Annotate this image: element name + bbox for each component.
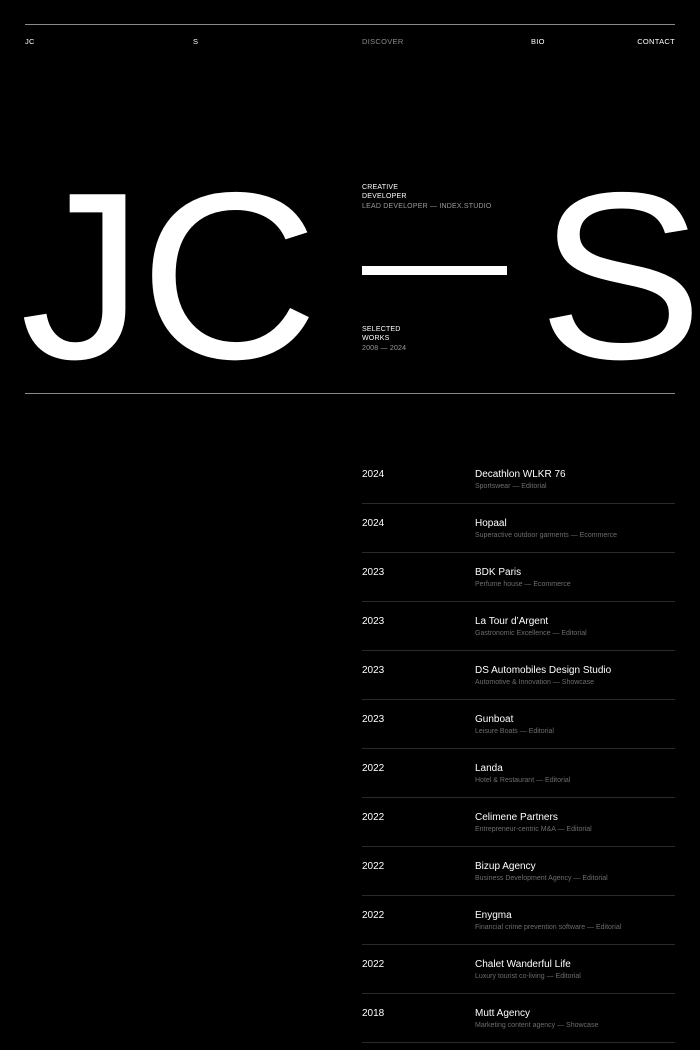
- project-name[interactable]: La Tour d’Argent: [475, 616, 548, 627]
- project-year: 2022: [362, 763, 385, 774]
- project-name[interactable]: Landa: [475, 763, 503, 774]
- hero-initials-jc: JC: [20, 144, 318, 409]
- nav-contact-link[interactable]: CONTACT: [637, 37, 675, 46]
- project-row[interactable]: 2023 DS Automobiles Design Studio Automoti…: [362, 651, 675, 700]
- project-name[interactable]: Chalet Wanderful Life: [475, 959, 571, 970]
- project-row[interactable]: 2024 Decathlon WLKR 76 Sportswear — Editor…: [362, 455, 675, 504]
- project-description: Business Development Agency — Editorial: [475, 875, 608, 882]
- project-row[interactable]: 2018 Mutt Agency Marketing content agency …: [362, 994, 675, 1043]
- project-name[interactable]: Celimene Partners: [475, 812, 558, 823]
- project-year: 2022: [362, 812, 385, 823]
- project-year: 2023: [362, 714, 385, 725]
- project-description: Marketing content agency — Showcase: [475, 1022, 599, 1029]
- works-title: SELECTED: [362, 326, 401, 333]
- role-position: LEAD DEVELOPER — INDEX.STUDIO: [362, 202, 492, 210]
- page: JC S DISCOVER BIO CONTACT JC S CREATIVE …: [0, 0, 700, 1050]
- project-row[interactable]: 2023 Gunboat Leisure Boats — Editorial: [362, 700, 675, 749]
- project-description: Hotel & Restaurant — Editorial: [475, 777, 571, 784]
- project-name[interactable]: Enygma: [475, 910, 512, 921]
- project-name[interactable]: BDK Paris: [475, 567, 521, 578]
- hero-dash: [362, 266, 507, 275]
- project-row[interactable]: 2022 Celimene Partners Entrepreneur-centri…: [362, 798, 675, 847]
- works-range: 2008 — 2024: [362, 344, 407, 352]
- role-subtitle: DEVELOPER: [362, 193, 407, 201]
- project-description: Superactive outdoor garments — Ecommerce: [475, 532, 618, 539]
- project-year: 2022: [362, 910, 385, 921]
- project-row[interactable]: 2023 La Tour d’Argent Gastronomic Excellen…: [362, 602, 675, 651]
- project-year: 2024: [362, 469, 385, 480]
- project-year: 2023: [362, 665, 385, 676]
- role-title: CREATIVE: [362, 184, 399, 191]
- project-name[interactable]: Hopaal: [475, 518, 507, 529]
- nav-bio-link[interactable]: BIO: [531, 37, 545, 46]
- nav-home-initials[interactable]: JC: [25, 37, 35, 46]
- project-name[interactable]: Gunboat: [475, 714, 513, 725]
- project-row[interactable]: 2022 Chalet Wanderful Life Luxury tourist …: [362, 945, 675, 994]
- hero-initial-s: S: [538, 144, 700, 409]
- project-description: Leisure Boats — Editorial: [475, 728, 554, 735]
- project-description: Perfume house — Ecommerce: [475, 581, 571, 588]
- project-year: 2023: [362, 567, 385, 578]
- project-year: 2022: [362, 959, 385, 970]
- project-description: Entrepreneur-centric M&A — Editorial: [475, 826, 592, 833]
- project-description: Luxury tourist co-living — Editorial: [475, 973, 581, 980]
- works-blurb: SELECTED WORKS 2008 — 2024: [362, 325, 406, 353]
- project-list: 2024 Decathlon WLKR 76 Sportswear — Editor…: [362, 455, 675, 1043]
- hero-divider: [25, 393, 675, 394]
- project-description: Financial crime prevention software — Ed…: [475, 924, 622, 931]
- project-row[interactable]: 2023 BDK Paris Perfume house — Ecommerce: [362, 553, 675, 602]
- project-name[interactable]: Bizup Agency: [475, 861, 536, 872]
- project-name[interactable]: DS Automobiles Design Studio: [475, 665, 611, 676]
- nav-initial-s[interactable]: S: [193, 37, 198, 46]
- project-row[interactable]: 2024 Hopaal Superactive outdoor garments —…: [362, 504, 675, 553]
- project-name[interactable]: Decathlon WLKR 76: [475, 469, 566, 480]
- project-description: Gastronomic Excellence — Editorial: [475, 630, 587, 637]
- project-row[interactable]: 2022 Bizup Agency Business Development Age…: [362, 847, 675, 896]
- project-year: 2022: [362, 861, 385, 872]
- project-description: Automotive & Innovation — Showcase: [475, 679, 595, 686]
- project-year: 2018: [362, 1008, 385, 1019]
- top-divider: [25, 24, 675, 25]
- project-year: 2024: [362, 518, 385, 529]
- role-blurb: CREATIVE DEVELOPER LEAD DEVELOPER — INDE…: [362, 183, 492, 211]
- nav-discover-link[interactable]: DISCOVER: [362, 37, 404, 46]
- works-subtitle: WORKS: [362, 335, 390, 343]
- project-name[interactable]: Mutt Agency: [475, 1008, 530, 1019]
- project-row[interactable]: 2022 Landa Hotel & Restaurant — Editorial: [362, 749, 675, 798]
- project-description: Sportswear — Editorial: [475, 483, 547, 490]
- project-year: 2023: [362, 616, 385, 627]
- project-row[interactable]: 2022 Enygma Financial crime prevention sof…: [362, 896, 675, 945]
